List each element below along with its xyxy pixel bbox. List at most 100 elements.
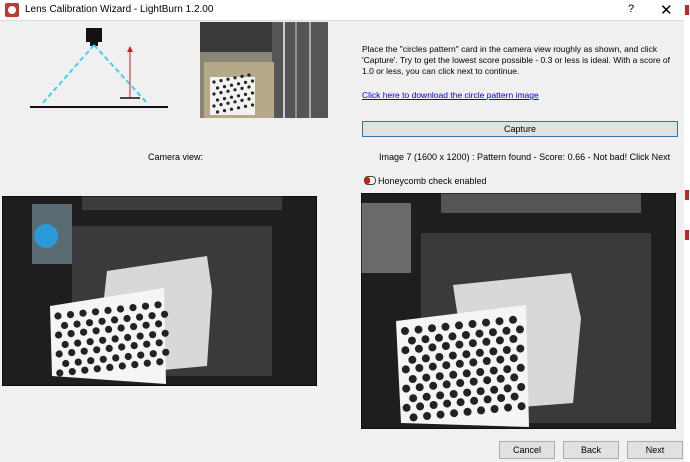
calibration-dot	[441, 322, 450, 331]
calibration-dot	[436, 410, 445, 419]
calibration-dot	[401, 365, 410, 374]
calibration-dot	[236, 82, 241, 86]
calibration-dot	[243, 92, 248, 96]
calibration-dot	[61, 340, 69, 349]
calibration-dot	[79, 309, 87, 317]
calibration-dot	[212, 92, 216, 96]
calibration-dot	[482, 318, 490, 327]
calibration-dot	[515, 325, 524, 334]
calibration-dot	[87, 357, 95, 365]
calibration-dot	[240, 86, 244, 90]
calibration-dot	[435, 353, 444, 361]
example-placement-photo	[200, 22, 328, 118]
calibration-dot	[86, 338, 94, 346]
calibration-dot	[496, 374, 505, 383]
calibration-dot	[81, 366, 89, 374]
calibration-dot	[469, 377, 478, 386]
calibration-dot	[462, 369, 471, 378]
calibration-dot	[461, 331, 470, 339]
background-marker	[685, 190, 689, 200]
calibration-dot	[442, 380, 451, 389]
calibration-dot	[455, 340, 464, 349]
calibration-dot	[247, 85, 251, 89]
capture-button[interactable]: Capture	[362, 121, 678, 137]
calibration-dot	[160, 310, 169, 318]
calibration-dot	[154, 301, 162, 309]
lightburn-logo-icon	[5, 3, 19, 17]
calibration-dot	[482, 357, 491, 365]
calibration-dot	[443, 399, 452, 408]
calibration-dot	[148, 312, 156, 320]
calibration-dot	[130, 342, 138, 350]
calibration-dot	[229, 107, 234, 111]
calibration-dot	[105, 325, 113, 333]
calibration-dot	[55, 331, 63, 339]
calibration-dot	[463, 407, 472, 416]
calibration-dot	[483, 395, 492, 404]
calibration-dot	[55, 350, 63, 358]
calibration-dot	[137, 351, 145, 359]
calibration-dot	[468, 320, 477, 328]
calibration-dot	[68, 349, 76, 357]
calibration-dot	[66, 311, 75, 319]
calibration-dot	[73, 320, 81, 328]
background-window-edge	[684, 0, 690, 462]
captured-image-view	[361, 193, 676, 429]
next-button[interactable]: Next	[627, 441, 683, 459]
calibration-dot	[135, 313, 144, 321]
calibration-dot	[143, 340, 151, 348]
close-button[interactable]: ✕	[660, 1, 673, 19]
calibration-dot	[60, 321, 69, 330]
calibration-dot	[436, 391, 445, 400]
calibration-dot	[91, 308, 100, 316]
calibration-dot	[510, 392, 519, 401]
calibration-dot	[130, 323, 138, 331]
camera-setup-illustration	[30, 28, 168, 108]
calibration-dot	[229, 83, 234, 87]
calibration-dot	[408, 355, 417, 364]
calibration-dot	[142, 321, 150, 329]
calibration-dot	[482, 337, 491, 346]
calibration-dot	[503, 365, 512, 374]
calibration-dot	[123, 314, 131, 323]
back-button[interactable]: Back	[563, 441, 619, 459]
calibration-dot	[463, 388, 472, 397]
calibration-dot	[222, 85, 227, 89]
calibration-dot	[476, 387, 485, 396]
calibration-dot	[229, 95, 234, 99]
calibration-dot	[222, 109, 227, 113]
calibration-dot	[149, 331, 157, 339]
calibration-dot	[93, 365, 101, 373]
calibration-dot	[517, 402, 526, 411]
calibration-dot	[409, 394, 418, 403]
calibration-dot	[118, 343, 126, 351]
background-marker	[685, 230, 689, 240]
calibration-dot	[240, 98, 244, 102]
calibration-dot	[149, 350, 157, 358]
honeycomb-toggle[interactable]	[364, 176, 376, 185]
live-camera-view	[2, 196, 317, 386]
calibration-dot	[131, 361, 139, 369]
calibration-dot	[250, 103, 255, 107]
cancel-button[interactable]: Cancel	[499, 441, 555, 459]
calibration-dot	[415, 364, 424, 372]
title-bar: Lens Calibration Wizard - LightBurn 1.2.…	[0, 0, 690, 21]
calibration-dot	[469, 358, 478, 367]
calibration-dot	[136, 332, 144, 340]
calibration-dot	[483, 376, 492, 385]
help-button[interactable]: ?	[628, 3, 634, 15]
calibration-dot	[414, 344, 423, 353]
calibration-dot	[448, 351, 457, 360]
calibration-dot	[226, 89, 230, 93]
calibration-dot	[421, 335, 430, 344]
window-title: Lens Calibration Wizard - LightBurn 1.2.…	[25, 4, 214, 15]
calibration-dot	[117, 324, 125, 332]
calibration-dot	[422, 392, 431, 401]
calibration-dot	[93, 346, 101, 354]
calibration-dot	[475, 329, 484, 338]
calibration-dot	[517, 383, 526, 391]
calibration-dot	[435, 372, 444, 381]
calibration-dot	[448, 332, 457, 341]
calibration-dot	[423, 412, 432, 420]
download-pattern-link[interactable]: Click here to download the circle patter…	[362, 90, 539, 100]
